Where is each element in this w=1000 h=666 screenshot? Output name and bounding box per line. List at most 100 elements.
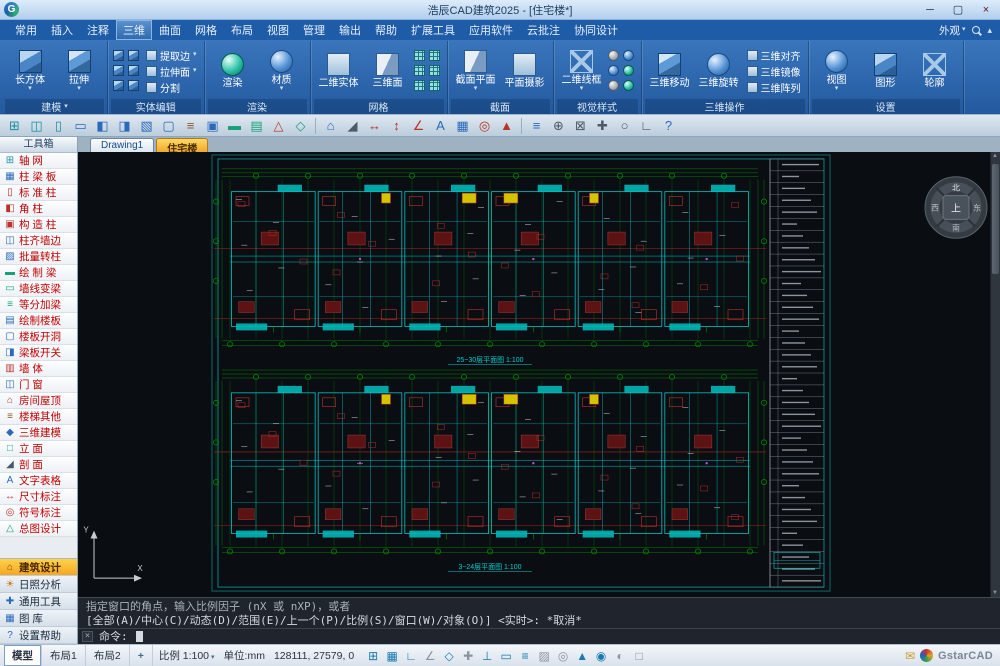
roof-icon[interactable]: △	[268, 116, 289, 135]
layout-tab[interactable]: 布局1	[42, 645, 86, 666]
dim-linear-icon[interactable]: ↔	[364, 116, 385, 135]
document-tab[interactable]: 住宅楼	[156, 138, 208, 152]
selection-cycling-icon[interactable]: ◎	[554, 647, 572, 664]
toolbox-item[interactable]: ▣构 造 柱	[0, 217, 77, 233]
vs-hidden-icon[interactable]	[608, 50, 619, 61]
section-icon[interactable]: ◢	[342, 116, 363, 135]
shell-icon[interactable]	[113, 80, 124, 91]
workspace-icon[interactable]: ◉	[592, 647, 610, 664]
view-compass[interactable]: 北南西东上	[925, 177, 987, 238]
elevation-icon[interactable]: ⌂	[320, 116, 341, 135]
toolbox-item[interactable]: ▥墙 体	[0, 361, 77, 377]
table-icon[interactable]: ▦	[452, 116, 473, 135]
ribbon-tool-large[interactable]: 三维旋转	[696, 52, 742, 90]
app-logo-icon[interactable]: G	[4, 2, 19, 17]
menu-tab-6[interactable]: 网格	[188, 20, 224, 40]
add-layout-button[interactable]: +	[130, 645, 153, 666]
toolbox-item[interactable]: ⊞轴 网	[0, 153, 77, 169]
toolbox-item[interactable]: △总图设计	[0, 521, 77, 537]
toolbox-category[interactable]: ⌂建筑设计	[0, 559, 77, 576]
ribbon-tool-large[interactable]: 长方体▾	[7, 49, 53, 93]
ribbon-tool-large[interactable]: 平面摄影	[502, 52, 548, 90]
menu-tab-11[interactable]: 帮助	[368, 20, 404, 40]
ribbon-tool-large[interactable]: 材质▾	[259, 49, 305, 93]
toolbox-item[interactable]: ▬绘 制 梁	[0, 265, 77, 281]
toolbox-item[interactable]: ▭墙线变梁	[0, 281, 77, 297]
toolbox-item[interactable]: ≡楼梯其他	[0, 409, 77, 425]
scale-control[interactable]: 比例 1:100▾	[156, 648, 218, 663]
minimize-button[interactable]: ─	[916, 0, 944, 19]
zoom-window-icon[interactable]: ⊕	[548, 116, 569, 135]
ribbon-tool-large[interactable]: 渲染	[210, 52, 256, 90]
edge-surface-icon[interactable]	[429, 65, 440, 76]
toolbox-item[interactable]: ▢楼板开洞	[0, 329, 77, 345]
menu-tab-13[interactable]: 应用软件	[462, 20, 520, 40]
north-arrow-icon[interactable]: ▲	[496, 116, 517, 135]
isolate-icon[interactable]: ◐	[611, 647, 629, 664]
toolbox-item[interactable]: ≡等分加梁	[0, 297, 77, 313]
notification-icon[interactable]: ✉	[905, 649, 915, 663]
ribbon-tool-large[interactable]: 轮廓	[912, 52, 958, 90]
ribbon-group-label[interactable]: 渲染	[208, 99, 307, 114]
door-icon[interactable]: ◧	[92, 116, 113, 135]
layer-icon[interactable]: ≡	[526, 116, 547, 135]
separate-icon[interactable]	[128, 80, 139, 91]
menu-tab-1[interactable]: 常用	[8, 20, 44, 40]
toolbox-item[interactable]: □立 面	[0, 441, 77, 457]
ribbon-tool-large[interactable]: 三维移动	[647, 52, 693, 90]
revolved-surface-icon[interactable]	[414, 50, 425, 61]
drawing-canvas[interactable]: 25~30层平面图 1:1003~24层平面图 1:100北南西东上YX	[78, 152, 1000, 597]
menu-tab-9[interactable]: 管理	[296, 20, 332, 40]
ribbon-tool-large[interactable]: 三维面	[365, 52, 411, 90]
appearance-menu[interactable]: 外观 ▾	[939, 23, 966, 38]
toolbox-title[interactable]: 工具箱	[0, 137, 77, 153]
union-icon[interactable]	[113, 50, 124, 61]
snap-icon[interactable]: ⊞	[364, 647, 382, 664]
smooth-mesh-icon[interactable]	[429, 80, 440, 91]
dynamic-input-icon[interactable]: ▭	[497, 647, 515, 664]
ribbon-group-label[interactable]: 截面	[451, 99, 550, 114]
ruled-surface-icon[interactable]	[414, 65, 425, 76]
ribbon-collapse-icon[interactable]: ▴	[987, 25, 992, 36]
mesh-icon[interactable]	[414, 80, 425, 91]
ribbon-tool-large[interactable]: 图形	[863, 52, 909, 90]
document-tab[interactable]: Drawing1	[90, 138, 154, 152]
command-window[interactable]: 指定窗口的角点，输入比例因子 (nX 或 nXP)，或者 [全部(A)/中心(C…	[78, 597, 1000, 644]
toolbox-item[interactable]: ▤绘制楼板	[0, 313, 77, 329]
ribbon-tool-large[interactable]: 二维实体	[316, 52, 362, 90]
intersect-icon[interactable]	[113, 65, 124, 76]
imprint-icon[interactable]	[128, 65, 139, 76]
zoom-extents-icon[interactable]: ⊠	[570, 116, 591, 135]
toolbox-item[interactable]: A文字表格	[0, 473, 77, 489]
toolbox-item[interactable]: ◢剖 面	[0, 457, 77, 473]
toolbox-item[interactable]: ↔尺寸标注	[0, 489, 77, 505]
transparency-icon[interactable]: ▨	[535, 647, 553, 664]
axis-grid-icon[interactable]: ⊞	[4, 116, 25, 135]
menu-tab-5[interactable]: 曲面	[152, 20, 188, 40]
ribbon-tool-large[interactable]: 截面平面▾	[453, 49, 499, 93]
toolbox-item[interactable]: ⌂房间屋顶	[0, 393, 77, 409]
help-icon[interactable]: ?	[658, 116, 679, 135]
ribbon-tool-small[interactable]: 拉伸面▾	[144, 64, 199, 79]
text-icon[interactable]: A	[430, 116, 451, 135]
menu-tab-4[interactable]: 三维	[116, 20, 152, 40]
measure-icon[interactable]: ∟	[636, 116, 657, 135]
osnap-icon[interactable]: ◇	[440, 647, 458, 664]
vs-conceptual-icon[interactable]	[623, 65, 634, 76]
vs-sketchy-icon[interactable]	[608, 80, 619, 91]
dim-vertical-icon[interactable]: ↕	[386, 116, 407, 135]
ducs-icon[interactable]: ⊥	[478, 647, 496, 664]
otrack-icon[interactable]: ✚	[459, 647, 477, 664]
ribbon-group-label[interactable]: 三维操作	[645, 99, 805, 114]
column-icon[interactable]: ▯	[48, 116, 69, 135]
annotation-icon[interactable]: ▲	[573, 647, 591, 664]
toolbox-category[interactable]: ?设置帮助	[0, 627, 77, 644]
ribbon-tool-small[interactable]: 分割	[144, 80, 199, 95]
toolbox-item[interactable]: ◫门 窗	[0, 377, 77, 393]
ribbon-group-label[interactable]: 设置	[812, 99, 960, 114]
slab-icon[interactable]: ▤	[246, 116, 267, 135]
dim-angular-icon[interactable]: ∠	[408, 116, 429, 135]
stairs-icon[interactable]: ≡	[180, 116, 201, 135]
toolbox-category[interactable]: ▦图 库	[0, 610, 77, 627]
bay-window-icon[interactable]: ▧	[136, 116, 157, 135]
